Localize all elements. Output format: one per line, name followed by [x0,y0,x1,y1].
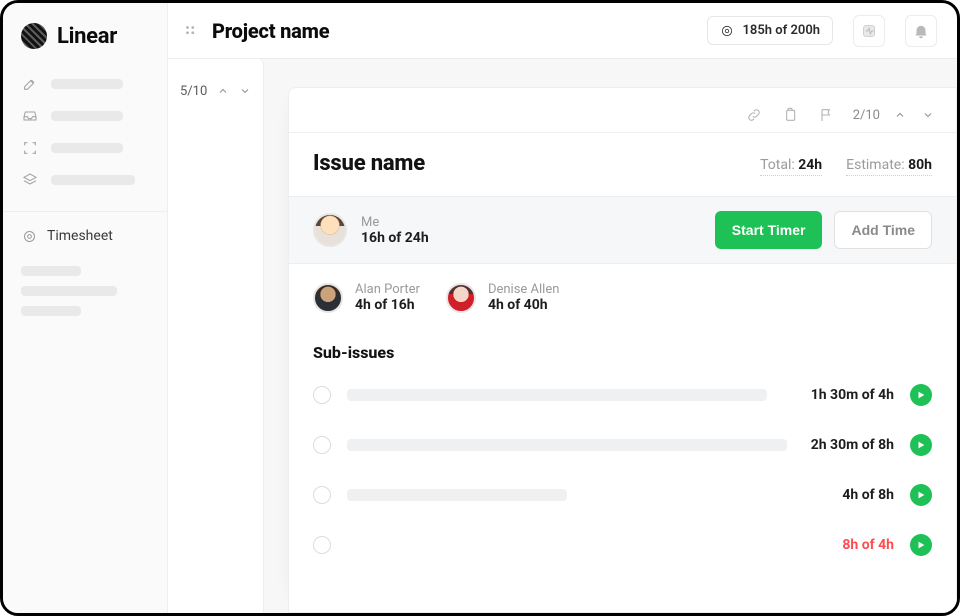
sidebar-item-placeholder-2[interactable] [21,107,149,125]
contributors-row: Alan Porter 4h of 16h Denise Allen 4h of… [289,264,956,319]
card-header: Issue name Total: 24h Estimate: 80h [289,132,956,196]
play-button[interactable] [910,484,932,506]
sub-issue-time: 2h 30m of 8h [811,437,894,453]
status-circle-icon[interactable] [313,436,331,454]
avatar [446,283,476,313]
estimate-kv[interactable]: Estimate: 80h [846,157,932,176]
me-name: Me [361,215,429,230]
budget-pill-label: 185h of 200h [742,23,820,38]
sidebar-item-placeholder-1[interactable] [21,75,149,93]
contributor-time: 4h of 16h [355,297,420,313]
add-time-button[interactable]: Add Time [834,211,932,249]
sub-issues-title: Sub-issues [289,319,956,370]
sub-issue-time-over: 8h of 4h [842,537,894,553]
sidebar-item-placeholder-4[interactable] [21,171,149,189]
project-title: Project name [212,19,329,43]
card-pager: 2/10 [853,107,936,123]
placeholder-skeleton [51,79,123,89]
sub-issue-time: 4h of 8h [842,487,894,503]
placeholder-skeleton [347,389,767,401]
contributor: Alan Porter 4h of 16h [313,282,420,313]
notifications-button[interactable] [905,15,937,47]
me-row: Me 16h of 24h Start Timer Add Time [289,196,956,264]
sub-issue-list: 1h 30m of 4h 2h 30m of 8h 4h of 8h [289,370,956,570]
sidebar-item-timesheet[interactable]: Timesheet [3,228,167,244]
sub-issue-row[interactable]: 1h 30m of 4h [289,370,956,420]
chevron-up-icon[interactable] [217,81,229,101]
sidebar-divider [3,211,167,212]
contributor-time: 4h of 40h [488,297,559,313]
sidebar-placeholder-stack [3,244,167,338]
chevron-up-icon[interactable] [892,107,908,123]
placeholder-skeleton [347,489,567,501]
issue-card: 2/10 Issue name Total: 24h Estimate: [288,87,957,613]
placeholder-skeleton [21,266,81,276]
card-toolbar: 2/10 [289,88,956,132]
layers-icon [21,171,39,189]
placeholder-skeleton [21,306,81,316]
chevron-down-icon[interactable] [920,107,936,123]
budget-pill[interactable]: 185h of 200h [707,16,833,45]
activity-button[interactable] [853,15,885,47]
contributor-name: Alan Porter [355,282,420,297]
placeholder-skeleton [21,286,117,296]
inbox-icon [21,107,39,125]
placeholder-skeleton [51,175,135,185]
chevron-down-icon[interactable] [239,81,251,101]
placeholder-skeleton [51,111,123,121]
linear-logo-icon [21,23,47,49]
placeholder-skeleton [51,143,123,153]
sub-issue-row[interactable]: 4h of 8h [289,470,956,520]
placeholder-skeleton [347,439,787,451]
edit-icon [21,75,39,93]
play-button[interactable] [910,534,932,556]
play-button[interactable] [910,384,932,406]
sub-issue-row[interactable]: 8h of 4h [289,520,956,570]
app-frame: Linear [0,0,960,616]
avatar [313,283,343,313]
sidebar-nav [3,67,167,203]
start-timer-button[interactable]: Start Timer [715,211,823,249]
focus-icon [21,139,39,157]
status-circle-icon[interactable] [313,386,331,404]
sidebar-item-label: Timesheet [47,228,113,244]
total-kv[interactable]: Total: 24h [760,157,822,176]
topbar: Project name 185h of 200h [168,3,957,59]
timesheet-icon [21,228,37,244]
me-time: 16h of 24h [361,230,429,246]
link-icon[interactable] [745,106,763,124]
left-pager-strip: 5/10 [168,59,264,613]
card-pager-label: 2/10 [853,108,880,123]
left-pager-label: 5/10 [180,84,207,99]
play-button[interactable] [910,434,932,456]
app-name: Linear [57,24,117,49]
avatar [313,213,347,247]
sidebar-item-placeholder-3[interactable] [21,139,149,157]
sidebar: Linear [3,3,168,613]
flag-icon[interactable] [817,106,835,124]
status-circle-icon[interactable] [313,486,331,504]
app-logo[interactable]: Linear [3,19,167,67]
clipboard-icon[interactable] [781,106,799,124]
contributor-name: Denise Allen [488,282,559,297]
status-circle-icon[interactable] [313,536,331,554]
drag-grip-icon[interactable] [182,22,200,40]
content: 5/10 2/10 [168,59,957,613]
sub-issue-time: 1h 30m of 4h [811,387,894,403]
main: Project name 185h of 200h 5/10 [168,3,957,613]
issue-title: Issue name [313,151,425,176]
contributor: Denise Allen 4h of 40h [446,282,559,313]
sub-issue-row[interactable]: 2h 30m of 8h [289,420,956,470]
